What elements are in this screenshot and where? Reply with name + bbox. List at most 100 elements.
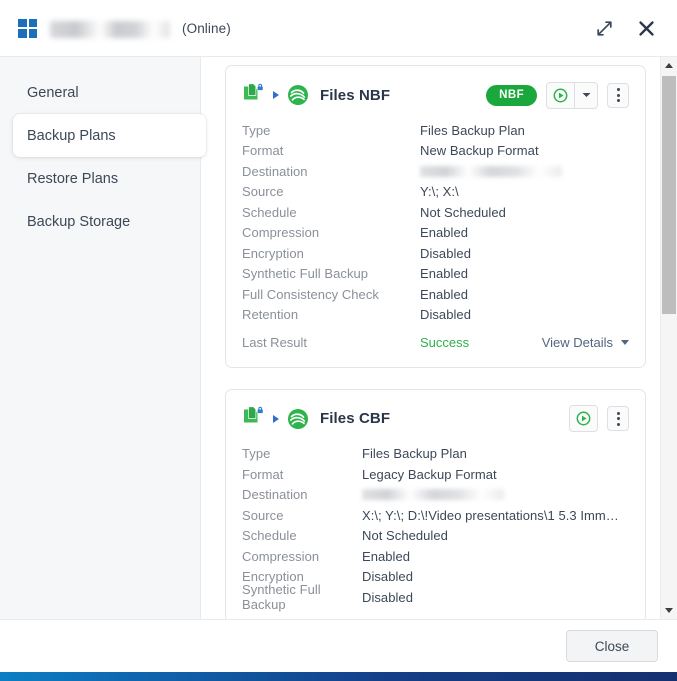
detail-row: Synthetic Full Backup Disabled <box>242 582 629 612</box>
detail-label: Schedule <box>242 528 297 544</box>
detail-label: Compression <box>242 548 320 564</box>
msp-brand-icon <box>287 408 309 430</box>
run-plan-split-button[interactable] <box>546 81 598 109</box>
detail-label: Compression <box>242 225 320 241</box>
detail-label: Destination <box>242 487 308 503</box>
sidebar-item-label: Backup Plans <box>27 127 116 144</box>
detail-row: Schedule Not Scheduled <box>242 526 629 547</box>
kebab-menu-icon[interactable] <box>607 406 629 431</box>
detail-label: Synthetic Full Backup <box>242 266 369 282</box>
detail-value: Enabled <box>420 286 469 302</box>
detail-row: Type Files Backup Plan <box>242 120 629 141</box>
folder-lock-icon <box>242 404 267 433</box>
detail-value: Legacy Backup Format <box>362 466 497 482</box>
connection-status: (Online) <box>182 20 231 36</box>
folder-lock-icon <box>242 81 267 110</box>
machine-name-redacted <box>50 20 170 38</box>
plan-card-header: Files CBF <box>242 402 629 436</box>
scrollbar-track[interactable] <box>661 74 677 602</box>
detail-label: Source <box>242 507 284 523</box>
detail-row: Source X:\; Y:\; D:\!Video presentations… <box>242 505 629 526</box>
sidebar-item-label: Backup Storage <box>27 213 131 230</box>
detail-value: Disabled <box>362 569 413 585</box>
detail-value: New Backup Format <box>420 143 539 159</box>
detail-label: Source <box>242 184 284 200</box>
last-result-row: Last Result Success View Details <box>242 332 629 353</box>
bottom-accent-strip <box>0 672 677 681</box>
detail-value: Disabled <box>362 589 413 605</box>
detail-label: Type <box>242 446 271 462</box>
title-bar: (Online) <box>0 0 677 56</box>
plan-card-actions: NBF <box>486 81 629 109</box>
scrollbar-thumb[interactable] <box>662 76 676 314</box>
sidebar-item-label: General <box>27 84 79 101</box>
chevron-down-icon[interactable] <box>621 339 629 345</box>
detail-row: Synthetic Full Backup Enabled <box>242 264 629 285</box>
plans-scroll-region: Files NBF NBF Type Files Backup Plan For… <box>201 57 660 619</box>
detail-value: Enabled <box>420 266 469 282</box>
detail-row: Source Y:\; X:\ <box>242 182 629 203</box>
detail-row: Destination <box>242 485 629 506</box>
plan-card-header: Files NBF NBF <box>242 78 629 112</box>
dialog-footer: Close <box>0 619 677 672</box>
plan-card-files-nbf[interactable]: Files NBF NBF Type Files Backup Plan For… <box>225 65 646 368</box>
detail-value: Enabled <box>362 548 411 564</box>
chevron-down-icon[interactable] <box>574 82 597 108</box>
detail-row: Compression Enabled <box>242 223 629 244</box>
detail-label: Destination <box>242 163 308 179</box>
detail-row: Format New Backup Format <box>242 141 629 162</box>
view-details-label: View Details <box>541 334 613 350</box>
windows-logo-icon <box>18 18 37 38</box>
status-badge: NBF <box>486 84 537 106</box>
detail-value: X:\; Y:\; D:\!Video presentations\1 5.3 … <box>362 507 624 523</box>
sidebar-item-backup-storage[interactable]: Backup Storage <box>0 200 200 243</box>
detail-label: Full Consistency Check <box>242 286 379 302</box>
detail-value: Files Backup Plan <box>420 122 525 138</box>
detail-value-redacted <box>362 489 504 501</box>
plan-title: Files NBF <box>320 86 391 104</box>
scroll-down-arrow-icon[interactable] <box>661 602 677 619</box>
expand-icon[interactable] <box>591 15 617 41</box>
detail-label: Encryption <box>242 245 304 261</box>
view-details-link[interactable]: View Details <box>542 335 629 350</box>
detail-label: Format <box>242 143 284 159</box>
last-result-label: Last Result <box>242 334 308 350</box>
detail-value: Enabled <box>420 225 469 241</box>
detail-value: Disabled <box>420 245 471 261</box>
detail-row: Compression Enabled <box>242 546 629 567</box>
detail-value: Not Scheduled <box>420 204 506 220</box>
detail-row: Schedule Not Scheduled <box>242 202 629 223</box>
sidebar-item-backup-plans[interactable]: Backup Plans <box>13 114 206 157</box>
detail-value-redacted <box>420 165 562 177</box>
detail-row: Encryption Disabled <box>242 243 629 264</box>
expander-caret-icon[interactable] <box>270 90 282 100</box>
plan-card-files-cbf[interactable]: Files CBF Type Files Backup Plan Format … <box>225 388 646 619</box>
play-icon[interactable] <box>547 82 574 108</box>
detail-label: Schedule <box>242 204 297 220</box>
kebab-menu-icon[interactable] <box>607 82 629 108</box>
content-scrollbar[interactable] <box>660 57 677 619</box>
run-plan-button[interactable] <box>569 405 598 432</box>
detail-label: Retention <box>242 307 299 323</box>
expander-caret-icon[interactable] <box>270 414 282 424</box>
detail-label: Format <box>242 466 284 482</box>
plans-content: Files NBF NBF Type Files Backup Plan For… <box>201 57 677 619</box>
sidebar-item-general[interactable]: General <box>0 71 200 114</box>
detail-label: Type <box>242 122 271 138</box>
detail-value: Not Scheduled <box>362 528 448 544</box>
msp-brand-icon <box>287 84 309 106</box>
detail-row: Type Files Backup Plan <box>242 444 629 465</box>
title-bar-actions <box>591 15 659 41</box>
close-icon[interactable] <box>633 15 659 41</box>
play-icon[interactable] <box>570 406 597 431</box>
last-result-value: Success <box>420 334 470 350</box>
detail-value: Disabled <box>420 307 471 323</box>
sidebar-item-restore-plans[interactable]: Restore Plans <box>0 157 200 200</box>
detail-label: Synthetic Full Backup <box>242 582 321 613</box>
detail-row: Retention Disabled <box>242 305 629 326</box>
sidebar-nav: General Backup Plans Restore Plans Backu… <box>0 57 206 619</box>
detail-row: Format Legacy Backup Format <box>242 464 629 485</box>
backup-plans-dialog: (Online) General Backup Plans Restore Pl… <box>0 0 677 681</box>
close-button[interactable]: Close <box>566 630 658 662</box>
scroll-up-arrow-icon[interactable] <box>661 57 677 74</box>
